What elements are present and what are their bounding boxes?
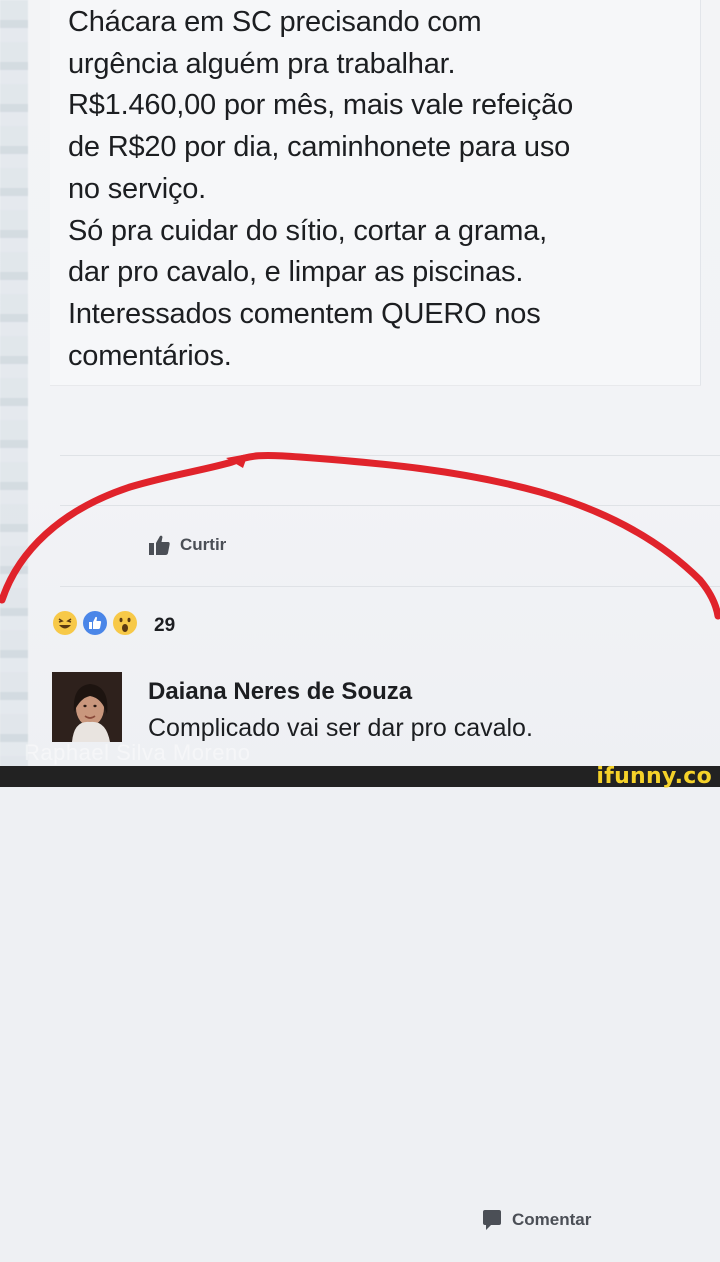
- left-edge-strip: [0, 0, 28, 787]
- post-card: Chácara em SC precisando com urgência al…: [50, 0, 701, 385]
- comment-button[interactable]: Comentar: [480, 1177, 720, 1262]
- haha-icon: [52, 610, 78, 641]
- like-icon: [82, 610, 108, 641]
- reaction-count: 29: [154, 614, 176, 636]
- post-line: comentários.: [68, 339, 232, 372]
- reactions-summary[interactable]: 29: [52, 610, 175, 641]
- post-line: dar pro cavalo, e limpar as piscinas.: [68, 256, 524, 289]
- thumbs-up-icon: [148, 533, 172, 557]
- post-line: R$1.460,00 por mês, mais vale refeição: [68, 89, 573, 122]
- avatar[interactable]: [52, 672, 122, 742]
- comment-label: Comentar: [512, 1209, 592, 1229]
- screenshot-page: Chácara em SC precisando com urgência al…: [0, 0, 720, 1230]
- post-body: Chácara em SC precisando com urgência al…: [68, 2, 688, 377]
- comment-author[interactable]: Daiana Neres de Souza: [148, 678, 412, 706]
- wow-icon: [112, 610, 138, 641]
- divider: [60, 586, 720, 587]
- ifunny-logo: ifunny.co: [596, 764, 712, 789]
- post-action-bar: Curtir Comentar: [60, 505, 720, 1230]
- post-line: Chácara em SC precisando com: [68, 6, 482, 38]
- comment-text: Complicado vai ser dar pro cavalo.: [148, 714, 533, 742]
- post-line: Só pra cuidar do sítio, cortar a grama,: [68, 214, 547, 247]
- post-line: Interessados comentem QUERO nos: [68, 297, 541, 330]
- post-line: de R$20 por dia, caminhonete para uso: [68, 131, 571, 164]
- like-button[interactable]: Curtir: [148, 533, 226, 557]
- like-label: Curtir: [180, 535, 227, 554]
- watermark-text: Raphael Silva Moreno: [24, 740, 251, 765]
- comment-bubble-icon: [480, 1208, 504, 1232]
- post-line: urgência alguém pra trabalhar.: [68, 47, 456, 80]
- divider: [60, 455, 720, 456]
- post-line: no serviço.: [68, 172, 207, 205]
